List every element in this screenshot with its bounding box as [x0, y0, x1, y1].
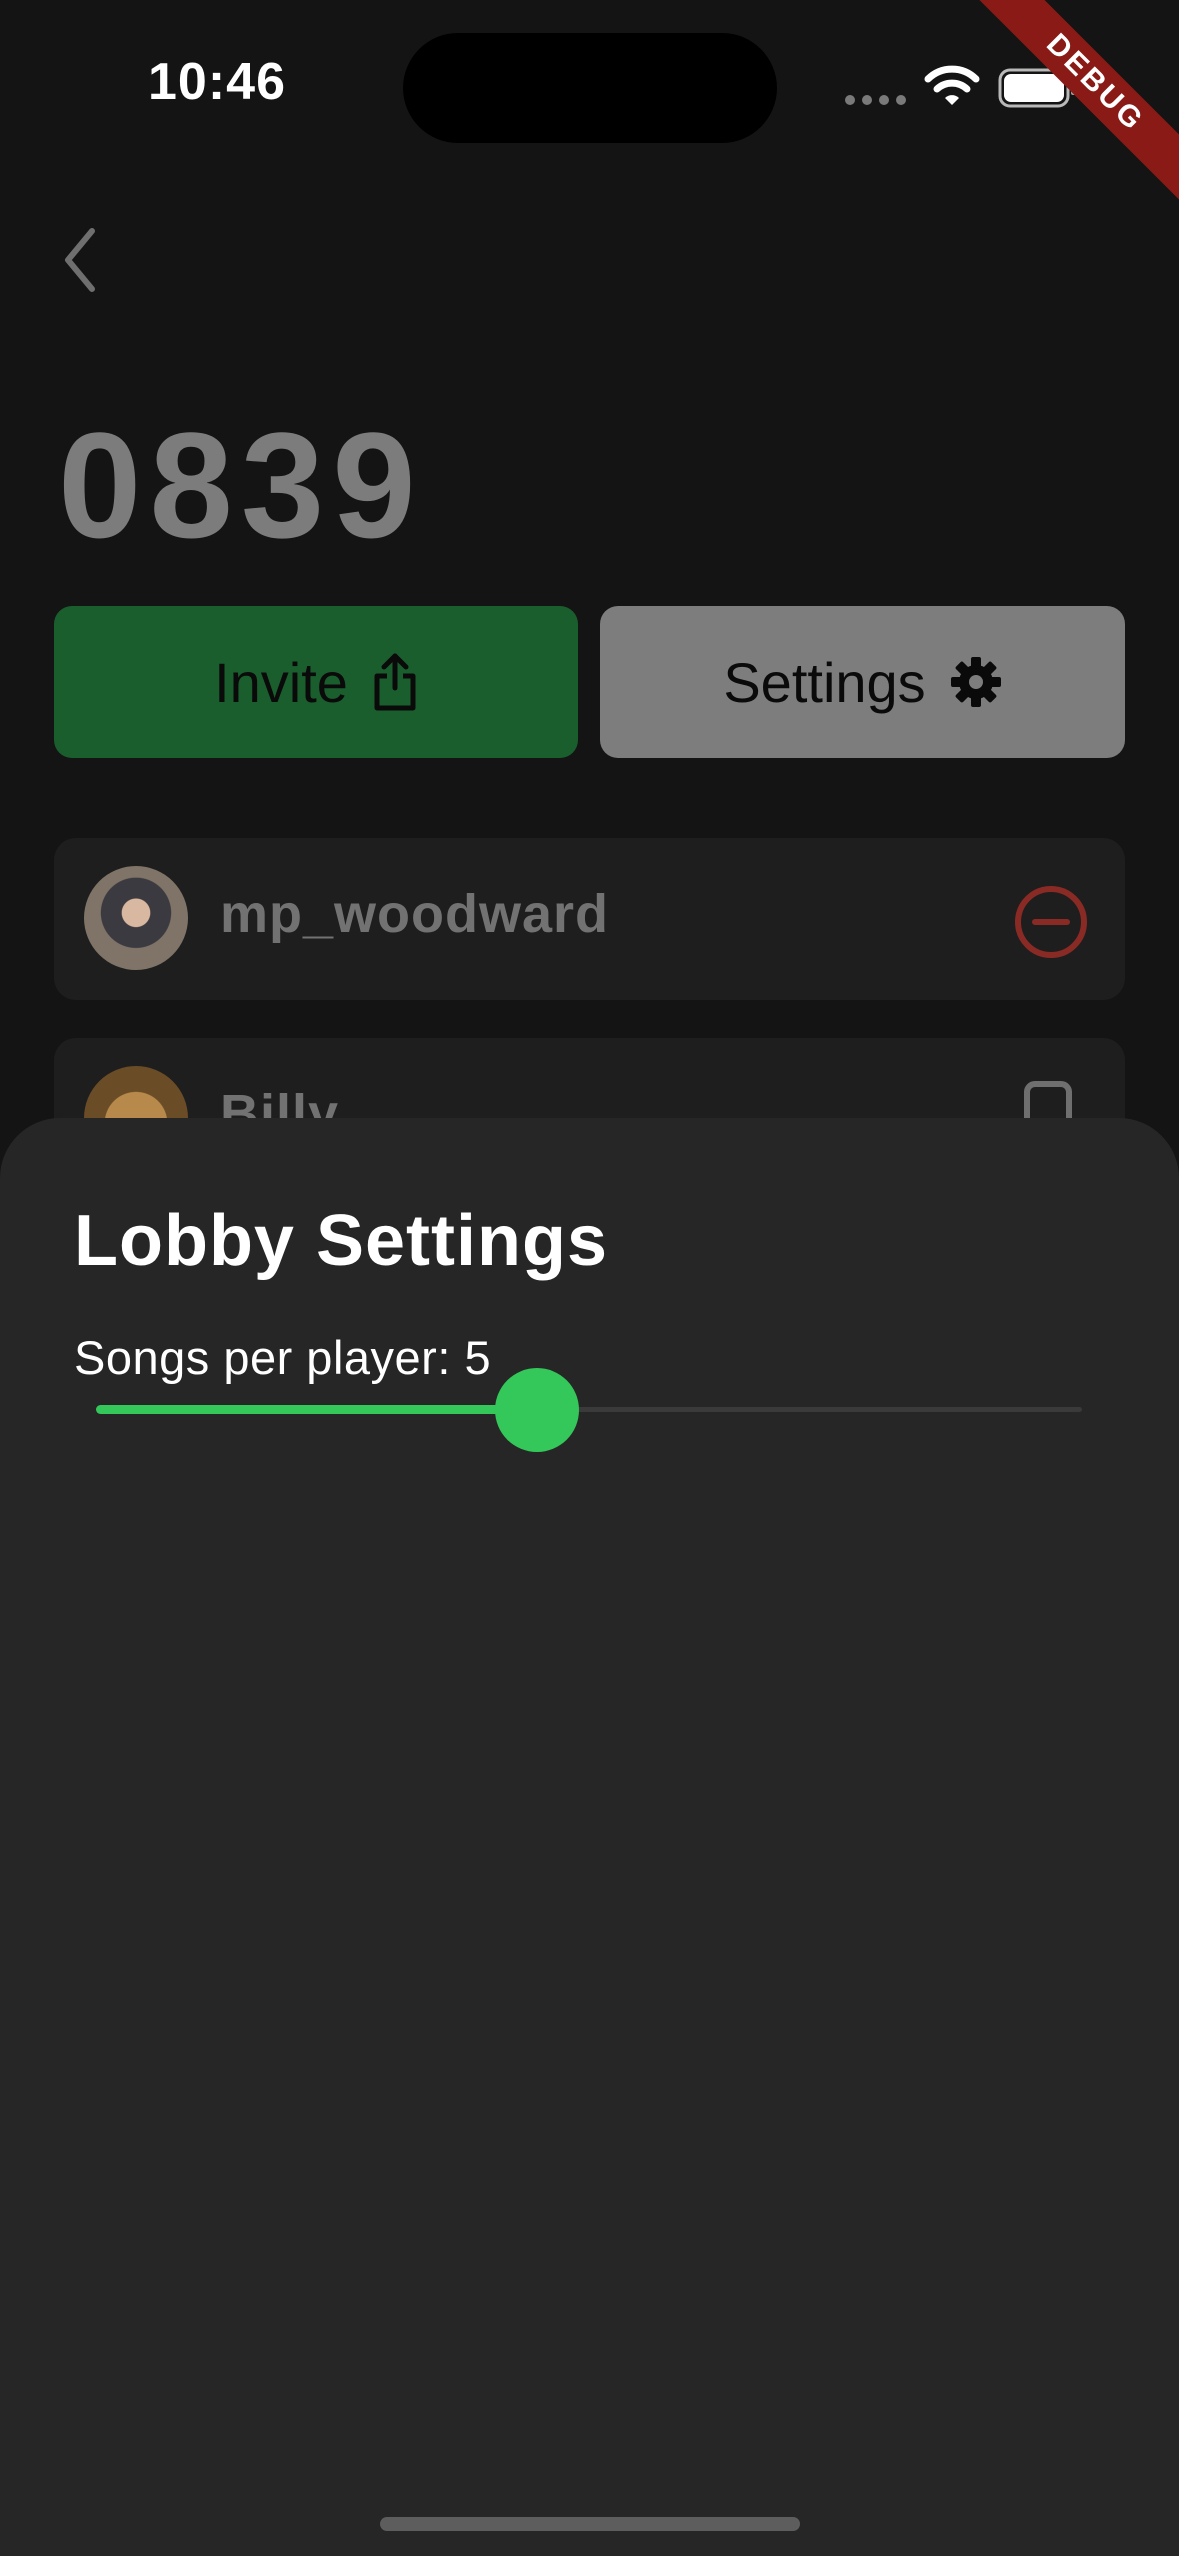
remove-player-icon[interactable]: [1013, 884, 1089, 960]
invite-button-label: Invite: [214, 650, 348, 714]
invite-button[interactable]: Invite: [54, 606, 578, 758]
player-name: mp_woodward: [220, 884, 610, 944]
cellular-signal-icon: [845, 95, 906, 105]
share-icon: [374, 653, 416, 711]
back-chevron-icon[interactable]: [60, 225, 100, 295]
debug-banner: DEBUG: [958, 0, 1179, 220]
avatar: [84, 866, 188, 970]
settings-button[interactable]: Settings: [600, 606, 1125, 758]
gear-icon: [950, 657, 1001, 707]
dynamic-island: [403, 33, 777, 143]
sheet-title: Lobby Settings: [74, 1201, 608, 1281]
lobby-settings-sheet: Lobby Settings Songs per player: 5: [0, 1118, 1179, 2556]
slider-fill: [96, 1405, 537, 1414]
screen: 10:46 DEBUG 0839 Invite Settings mp_wood…: [0, 0, 1179, 2556]
slider-thumb[interactable]: [494, 1368, 579, 1452]
status-time: 10:46: [148, 53, 286, 111]
settings-button-label: Settings: [723, 650, 926, 714]
songs-per-player-slider[interactable]: [96, 1356, 1082, 1466]
home-indicator: [380, 2517, 800, 2531]
wifi-icon: [924, 65, 980, 105]
lobby-code: 0839: [58, 401, 424, 569]
player-row: mp_woodward: [54, 838, 1125, 1000]
